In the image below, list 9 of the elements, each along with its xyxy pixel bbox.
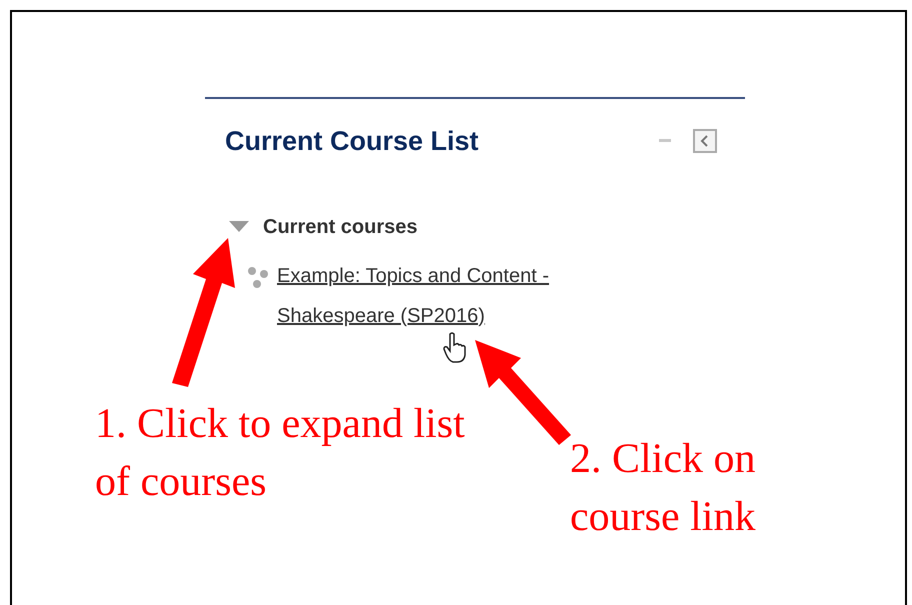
block-title: Current Course List (225, 125, 479, 158)
collapse-icon[interactable] (693, 129, 717, 154)
expanded-triangle-icon[interactable] (229, 220, 249, 232)
annotation-text: 1. Click to expand list of courses (95, 400, 465, 507)
course-icon (247, 266, 269, 288)
hand-cursor-icon (442, 332, 468, 364)
course-link[interactable]: Example: Topics and Content - Shakespeare (SP2016) (277, 256, 647, 336)
annotation-text: 2. Click on course link (570, 435, 756, 542)
tree-node-label[interactable]: Current courses (263, 212, 418, 242)
